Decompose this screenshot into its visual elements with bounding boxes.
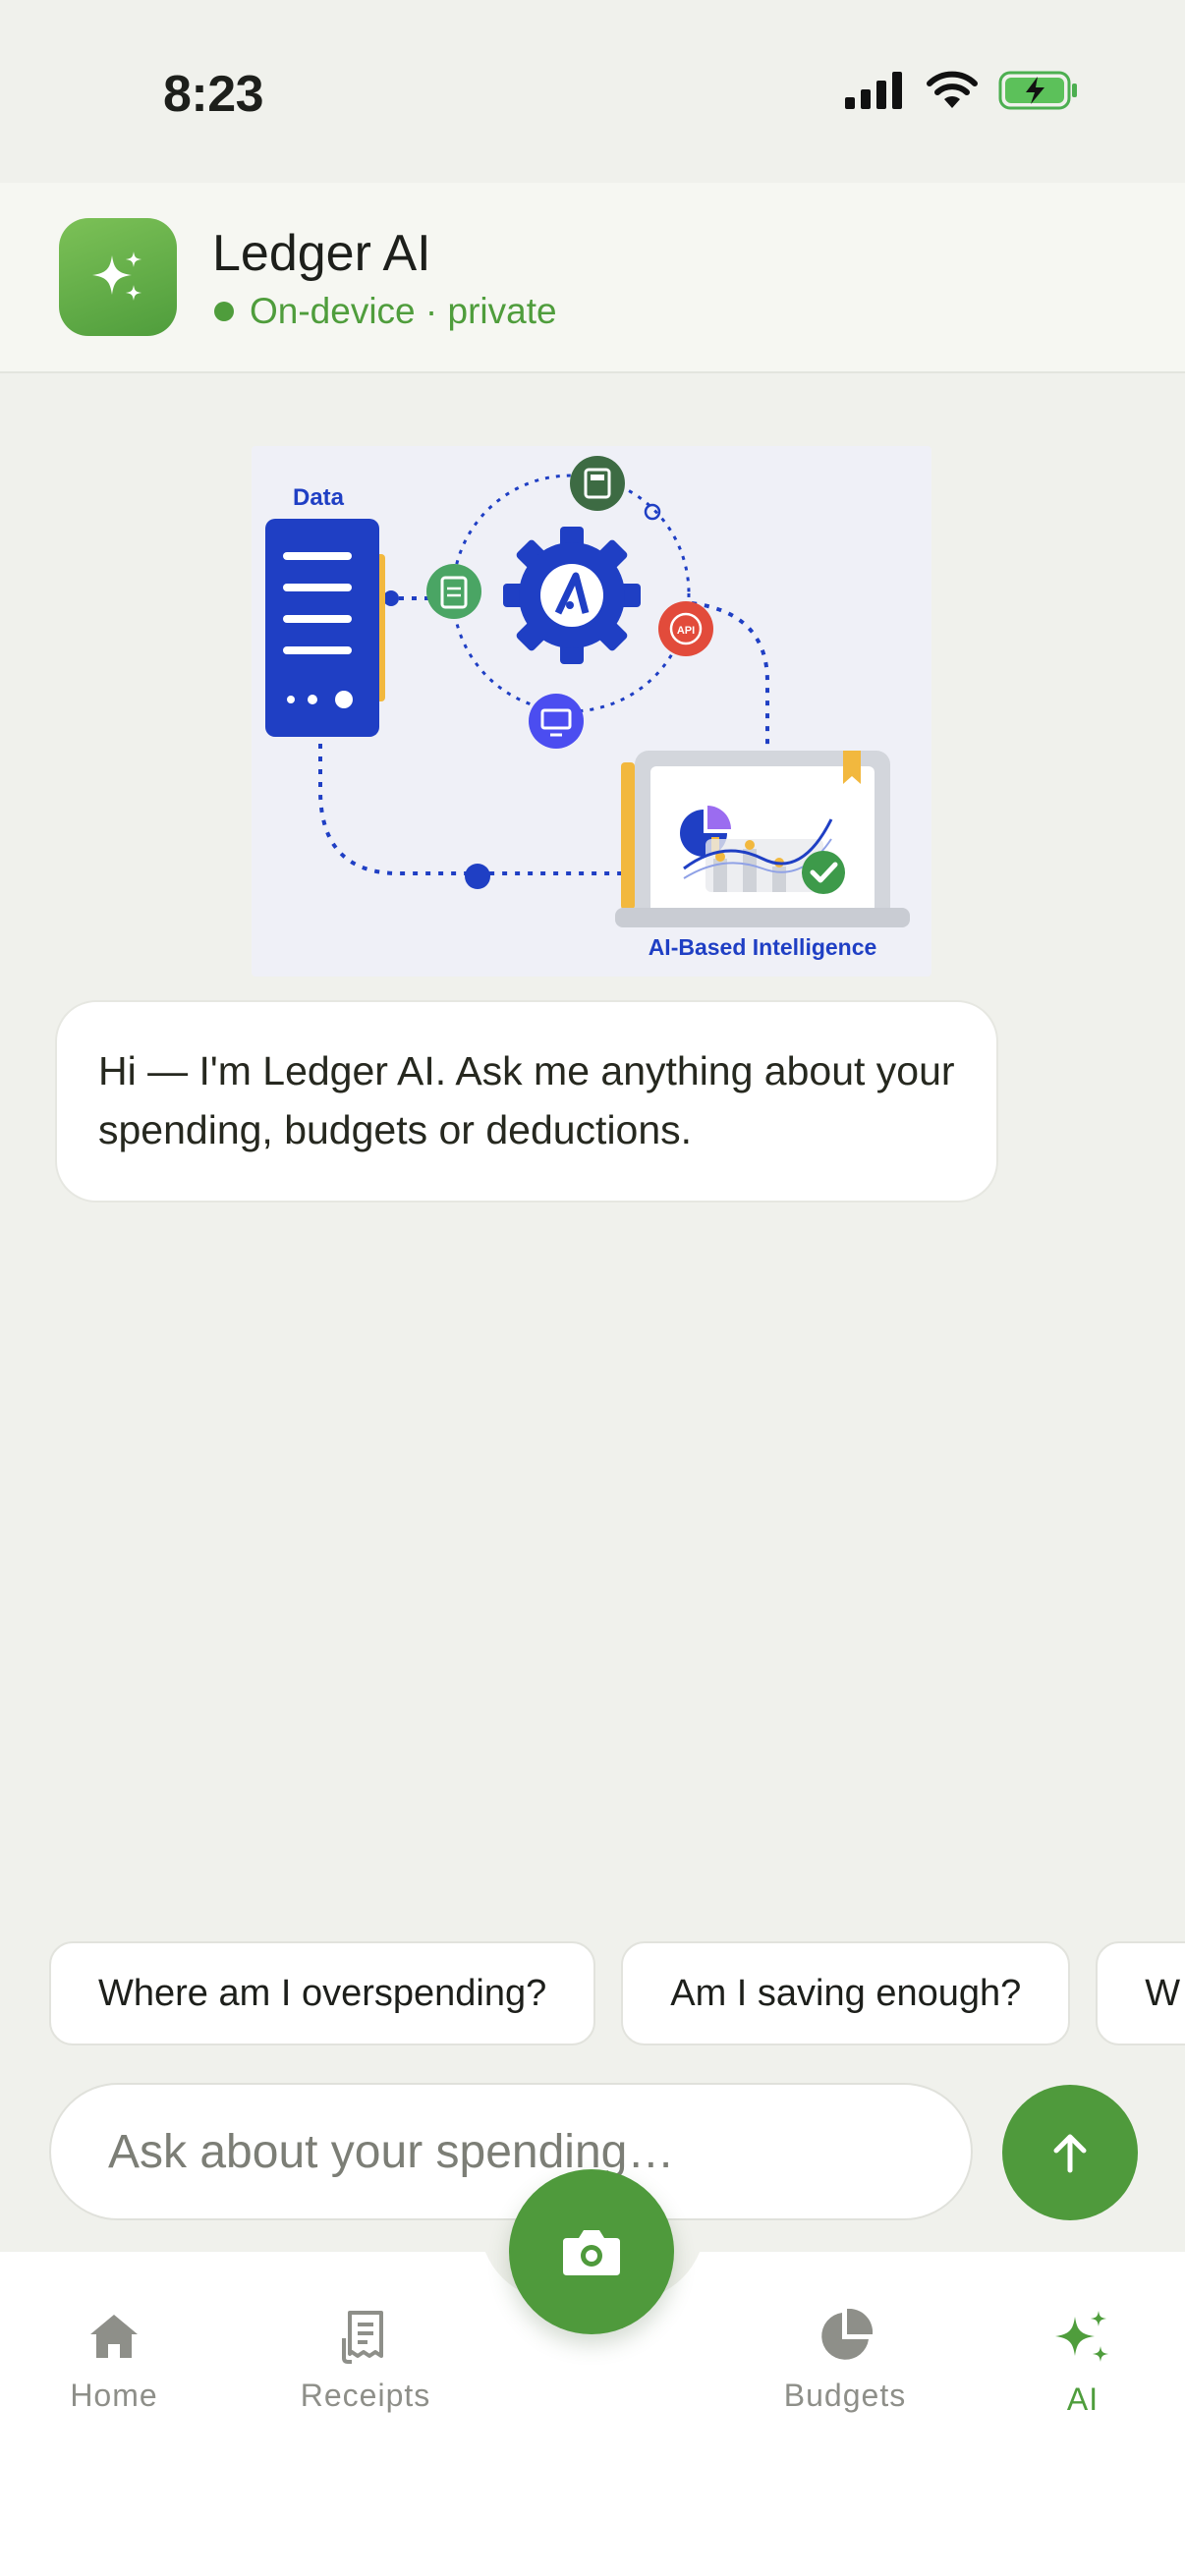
status-bar: 8:23 [0,0,1185,183]
sparkles-icon [92,252,141,301]
status-time: 8:23 [163,66,264,123]
receipt-icon [342,2311,383,2364]
ledger-ai-chat-screen: 8:23 Ledger AI On-device · private Data … [0,0,1185,2576]
sparkles-icon [1055,2311,1108,2362]
assistant-message: Hi — I'm Ledger AI. Ask me anything abou… [55,1000,998,1203]
pie-chart-icon [821,2309,874,2360]
message-composer [49,2083,973,2220]
status-icons [845,71,1079,110]
ai-intelligence-illustration: Data API AI-Based Intelligence [252,446,931,977]
tab-budgets-label: Budgets [783,2378,907,2413]
suggestion-chip-saving[interactable]: Am I saving enough? [621,1941,1071,2045]
suggestion-chip-overspending[interactable]: Where am I overspending? [49,1941,596,2045]
cellular-signal-icon [845,72,902,109]
tab-receipts-label: Receipts [300,2378,431,2413]
tab-budgets[interactable]: Budgets [757,2309,933,2414]
suggestion-chips: Where am I overspending? Am I saving eno… [49,1941,1185,2045]
illustration-data-label: Data [293,484,345,511]
scan-receipt-button[interactable] [509,2169,674,2334]
document-icon [426,564,481,619]
tab-home-label: Home [70,2378,158,2413]
svg-text:API: API [677,625,695,637]
illustration-caption: AI-Based Intelligence [649,934,877,960]
chat-title: Ledger AI [212,225,431,282]
api-icon: API [658,601,713,656]
arrow-up-icon [1053,2134,1087,2173]
tab-ai-label: AI [1066,2381,1100,2417]
message-input[interactable] [108,2124,914,2179]
privacy-status-label: On-device · private [250,291,557,331]
camera-icon [563,2230,620,2275]
wifi-icon [927,71,978,108]
monitor-icon [529,694,584,749]
send-button[interactable] [1002,2085,1138,2220]
calculator-icon [570,456,625,511]
app-avatar [59,218,177,336]
tab-ai[interactable]: AI [994,2309,1171,2418]
tab-receipts[interactable]: Receipts [277,2309,454,2414]
checkmark-icon [802,851,845,894]
illustration-graphic: Data API AI-Based Intelligence [265,456,910,960]
suggestion-chip-partial[interactable]: W [1096,1941,1185,2045]
gear-icon [503,527,641,664]
battery-charging-icon [998,71,1077,110]
privacy-status: On-device · private [212,291,557,332]
tab-home[interactable]: Home [26,2309,202,2414]
chat-header: Ledger AI On-device · private [0,183,1185,373]
online-indicator-dot [214,302,234,321]
home-icon [90,2315,138,2358]
